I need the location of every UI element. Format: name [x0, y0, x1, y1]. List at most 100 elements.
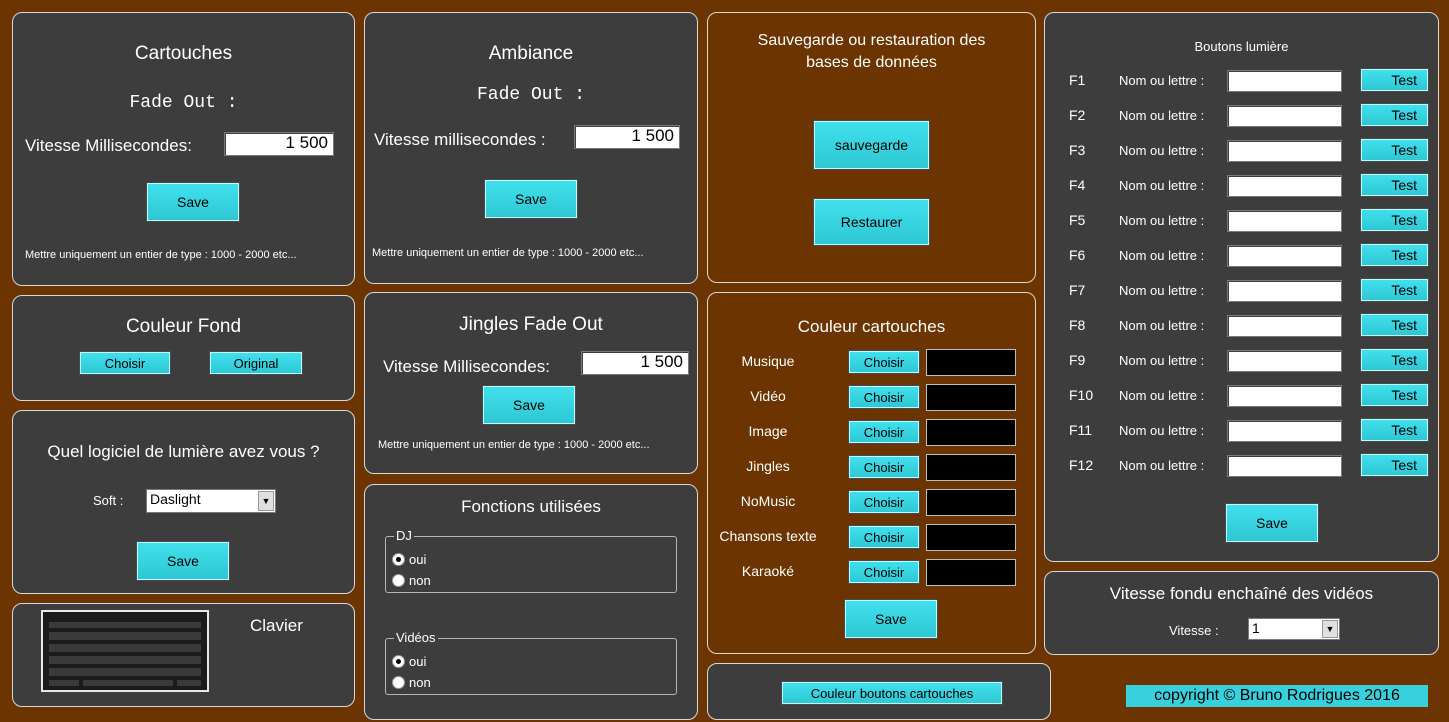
videos-non-label[interactable]: non: [409, 675, 431, 690]
cartouches-panel: Cartouches Fade Out : Vitesse Millisecon…: [12, 12, 355, 286]
cartridge-color-choose-button[interactable]: Choisir: [848, 420, 920, 444]
light-test-button[interactable]: Test: [1360, 278, 1429, 302]
soft-select[interactable]: Daslight ▼: [146, 489, 276, 513]
ambiance-speed-input[interactable]: 1 500: [574, 125, 680, 149]
light-software-save-button[interactable]: Save: [136, 541, 230, 581]
cartridge-color-swatch[interactable]: [926, 349, 1016, 376]
background-color-title: Couleur Fond: [125, 316, 242, 337]
light-name-input[interactable]: [1227, 70, 1342, 92]
chevron-down-icon[interactable]: ▼: [1322, 620, 1338, 638]
keyboard-panel[interactable]: Clavier: [12, 603, 355, 707]
cartouches-title: Cartouches: [134, 43, 233, 64]
cartridge-color-swatch[interactable]: [926, 454, 1016, 481]
cartouches-speed-input[interactable]: 1 500: [224, 132, 334, 156]
cartridge-color-choose-button[interactable]: Choisir: [848, 455, 920, 479]
light-name-label: Nom ou lettre :: [1119, 178, 1205, 193]
light-name-input[interactable]: [1227, 420, 1342, 442]
ambiance-save-button[interactable]: Save: [484, 179, 578, 219]
jingles-speed-input[interactable]: 1 500: [581, 351, 689, 375]
cartridge-color-swatch[interactable]: [926, 419, 1016, 446]
light-test-button[interactable]: Test: [1360, 103, 1429, 127]
cartridge-color-choose-button[interactable]: Choisir: [848, 385, 920, 409]
light-test-button[interactable]: Test: [1360, 208, 1429, 232]
cartridge-color-swatch[interactable]: [926, 524, 1016, 551]
dj-oui-label[interactable]: oui: [409, 552, 426, 567]
light-test-button[interactable]: Test: [1360, 453, 1429, 477]
keyboard-icon[interactable]: [41, 610, 209, 692]
cartridge-color-label: Chansons texte: [719, 528, 817, 544]
functions-title: Fonctions utilisées: [461, 497, 601, 516]
ambiance-title: Ambiance: [488, 43, 574, 64]
cartridge-colors-save-button[interactable]: Save: [844, 599, 938, 639]
light-test-button[interactable]: Test: [1360, 348, 1429, 372]
light-name-input[interactable]: [1227, 105, 1342, 127]
dj-non-label[interactable]: non: [409, 573, 431, 588]
cartouches-save-button[interactable]: Save: [146, 182, 240, 222]
background-color-original-button[interactable]: Original: [209, 351, 303, 375]
videos-legend: Vidéos: [394, 630, 438, 646]
videos-oui-label[interactable]: oui: [409, 654, 426, 669]
background-color-choose-button[interactable]: Choisir: [79, 351, 171, 375]
videos-oui-radio[interactable]: [392, 655, 405, 668]
video-fade-label: Vitesse :: [1169, 623, 1219, 638]
backup-title-line2: bases de données: [806, 54, 937, 71]
video-fade-title: Vitesse fondu enchaîné des vidéos: [1109, 584, 1374, 603]
light-name-label: Nom ou lettre :: [1119, 458, 1205, 473]
videos-group: Vidéos oui non: [385, 630, 677, 695]
backup-restore-button[interactable]: Restaurer: [813, 198, 930, 246]
light-name-label: Nom ou lettre :: [1119, 283, 1205, 298]
light-name-input[interactable]: [1227, 455, 1342, 477]
light-test-button[interactable]: Test: [1360, 138, 1429, 162]
light-name-input[interactable]: [1227, 280, 1342, 302]
ambiance-panel: Ambiance Fade Out : Vitesse milliseconde…: [364, 12, 698, 284]
cartridge-color-swatch[interactable]: [926, 489, 1016, 516]
cartridge-color-swatch[interactable]: [926, 384, 1016, 411]
light-buttons-save-button[interactable]: Save: [1225, 503, 1319, 543]
chevron-down-icon[interactable]: ▼: [258, 491, 274, 511]
light-name-label: Nom ou lettre :: [1119, 213, 1205, 228]
light-name-input[interactable]: [1227, 210, 1342, 232]
video-fade-select[interactable]: 1 ▼: [1248, 618, 1340, 640]
light-name-input[interactable]: [1227, 245, 1342, 267]
background-color-panel: Couleur Fond Choisir Original: [12, 295, 355, 401]
cartouches-hint: Mettre uniquement un entier de type : 10…: [25, 249, 297, 261]
cartridge-color-label: Musique: [741, 353, 795, 369]
light-name-input[interactable]: [1227, 350, 1342, 372]
button-colors-button[interactable]: Couleur boutons cartouches: [781, 681, 1003, 705]
light-test-button[interactable]: Test: [1360, 243, 1429, 267]
cartridge-color-label: Vidéo: [750, 388, 786, 404]
light-name-label: Nom ou lettre :: [1119, 353, 1205, 368]
light-name-label: Nom ou lettre :: [1119, 143, 1205, 158]
cartridge-color-swatch[interactable]: [926, 559, 1016, 586]
soft-select-value: Daslight: [150, 491, 201, 507]
backup-save-button[interactable]: sauvegarde: [813, 120, 930, 170]
cartridge-color-choose-button[interactable]: Choisir: [848, 560, 920, 584]
cartridge-color-choose-button[interactable]: Choisir: [848, 490, 920, 514]
cartridge-colors-title: Couleur cartouches: [797, 317, 946, 336]
light-key-label: F4: [1069, 177, 1086, 193]
cartouches-speed-label: Vitesse Millisecondes:: [25, 136, 192, 155]
light-name-input[interactable]: [1227, 385, 1342, 407]
jingles-title: Jingles Fade Out: [459, 314, 603, 335]
light-test-button[interactable]: Test: [1360, 418, 1429, 442]
light-software-panel: Quel logiciel de lumière avez vous ? Sof…: [12, 410, 355, 594]
videos-non-radio[interactable]: [392, 676, 405, 689]
dj-oui-radio[interactable]: [392, 553, 405, 566]
light-test-button[interactable]: Test: [1360, 313, 1429, 337]
light-buttons-title: Boutons lumière: [1194, 39, 1289, 54]
light-test-button[interactable]: Test: [1360, 383, 1429, 407]
cartridge-color-choose-button[interactable]: Choisir: [848, 350, 920, 374]
light-test-button[interactable]: Test: [1360, 173, 1429, 197]
cartridge-color-choose-button[interactable]: Choisir: [848, 525, 920, 549]
jingles-save-button[interactable]: Save: [482, 385, 576, 425]
light-key-label: F7: [1069, 282, 1086, 298]
cartridge-color-label: Karaoké: [741, 563, 795, 579]
light-name-input[interactable]: [1227, 315, 1342, 337]
dj-legend: DJ: [394, 528, 414, 544]
light-name-input[interactable]: [1227, 140, 1342, 162]
light-key-label: F2: [1069, 107, 1086, 123]
button-colors-panel: Couleur boutons cartouches: [707, 663, 1051, 720]
dj-non-radio[interactable]: [392, 574, 405, 587]
light-name-input[interactable]: [1227, 175, 1342, 197]
light-test-button[interactable]: Test: [1360, 68, 1429, 92]
